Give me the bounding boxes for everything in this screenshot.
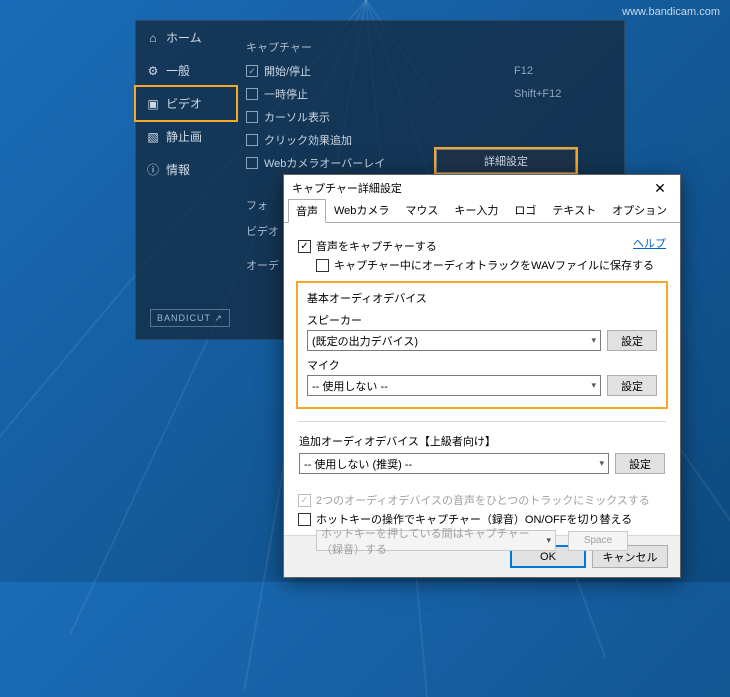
additional-select[interactable]: -- 使用しない (推奨) -- [299,453,609,474]
checkbox-label: 2つのオーディオデバイスの音声をひとつのトラックにミックスする [316,492,650,508]
info-icon: ⓘ [146,163,160,177]
capture-audio-checkbox[interactable]: ✓ 音声をキャプチャーする [298,238,666,254]
checkbox-icon [246,88,258,100]
tab-logo[interactable]: ロゴ [506,198,544,222]
capture-row-start[interactable]: ✓ 開始/停止 F12 [246,61,614,81]
checkbox-icon [246,111,258,123]
checkbox-icon [298,513,311,526]
speaker-label: スピーカー [307,312,657,328]
mic-select[interactable]: -- 使用しない -- [307,375,601,396]
checkbox-icon [246,157,258,169]
dialog-title: キャプチャー詳細設定 [292,180,402,196]
hotkey-mode-select: ホットキーを押している間はキャプチャー（録音）する [316,530,556,551]
sidebar-item-label: ビデオ [166,95,202,112]
sidebar-item-general[interactable]: ⚙ 一般 [136,54,236,87]
additional-audio-group: 追加オーディオデバイス【上級者向け】 -- 使用しない (推奨) -- 設定 [298,432,666,475]
checkbox-icon: ✓ [298,240,311,253]
sidebar-item-video[interactable]: ▣ ビデオ [136,87,236,120]
home-icon: ⌂ [146,31,160,45]
mix-checkbox: ✓ 2つのオーディオデバイスの音声をひとつのトラックにミックスする [298,492,666,508]
capture-row-click[interactable]: クリック効果追加 [246,130,614,150]
sidebar-item-info[interactable]: ⓘ 情報 [136,153,236,186]
divider [298,421,666,422]
bandicut-link[interactable]: BANDICUT ↗ [150,309,230,327]
tab-options[interactable]: オプション [604,198,675,222]
additional-settings-button[interactable]: 設定 [615,453,665,474]
image-icon: ▧ [146,130,160,144]
capture-section-title: キャプチャー [246,39,614,55]
capture-row-pause[interactable]: 一時停止 Shift+F12 [246,84,614,104]
tab-webcam[interactable]: Webカメラ [326,198,397,222]
checkbox-icon: ✓ [298,494,311,507]
capture-detail-dialog: キャプチャー詳細設定 ✕ 音声 Webカメラ マウス キー入力 ロゴ テキスト … [283,174,681,578]
tab-mouse[interactable]: マウス [397,198,446,222]
checkbox-icon [316,259,329,272]
speaker-settings-button[interactable]: 設定 [607,330,657,351]
sidebar-item-image[interactable]: ▧ 静止画 [136,120,236,153]
mic-settings-button[interactable]: 設定 [607,375,657,396]
sidebar-item-label: ホーム [166,29,202,46]
row-label: 一時停止 [264,86,514,102]
group-title: 追加オーディオデバイス【上級者向け】 [299,433,665,449]
checkbox-label: 音声をキャプチャーする [316,238,437,254]
checkbox-label: キャプチャー中にオーディオトラックをWAVファイルに保存する [334,257,654,273]
basic-audio-group: 基本オーディオデバイス スピーカー (既定の出力デバイス) 設定 マイク -- … [298,283,666,407]
hotkey-field: Space [568,531,628,551]
sidebar-item-home[interactable]: ⌂ ホーム [136,21,236,54]
group-title: 基本オーディオデバイス [307,290,657,306]
help-link[interactable]: ヘルプ [633,235,666,251]
checkbox-icon: ✓ [246,65,258,77]
tab-keyinput[interactable]: キー入力 [446,198,506,222]
close-icon[interactable]: ✕ [648,178,672,198]
capture-row-cursor[interactable]: カーソル表示 [246,107,614,127]
hotkey-value: Shift+F12 [514,88,614,100]
speaker-select[interactable]: (既定の出力デバイス) [307,330,601,351]
sidebar-item-label: 静止画 [166,128,202,145]
tab-audio[interactable]: 音声 [288,199,326,223]
sidebar: ⌂ ホーム ⚙ 一般 ▣ ビデオ ▧ 静止画 ⓘ 情報 BANDICUT ↗ [136,21,236,339]
dialog-body: ヘルプ ✓ 音声をキャプチャーする キャプチャー中にオーディオトラックをWAVフ… [284,223,680,535]
detail-settings-button[interactable]: 詳細設定 [436,149,576,173]
video-icon: ▣ [146,97,160,111]
row-label: 開始/停止 [264,63,514,79]
sidebar-item-label: 情報 [166,161,190,178]
dialog-tabs: 音声 Webカメラ マウス キー入力 ロゴ テキスト オプション [284,201,680,223]
gear-icon: ⚙ [146,64,160,78]
watermark: www.bandicam.com [622,6,720,18]
row-label: クリック効果追加 [264,132,352,148]
tab-text[interactable]: テキスト [544,198,604,222]
sidebar-item-label: 一般 [166,62,190,79]
hotkey-value: F12 [514,65,614,77]
save-wav-checkbox[interactable]: キャプチャー中にオーディオトラックをWAVファイルに保存する [316,257,666,273]
mic-label: マイク [307,357,657,373]
row-label: Webカメラオーバーレイ [264,155,385,171]
row-label: カーソル表示 [264,109,330,125]
checkbox-icon [246,134,258,146]
